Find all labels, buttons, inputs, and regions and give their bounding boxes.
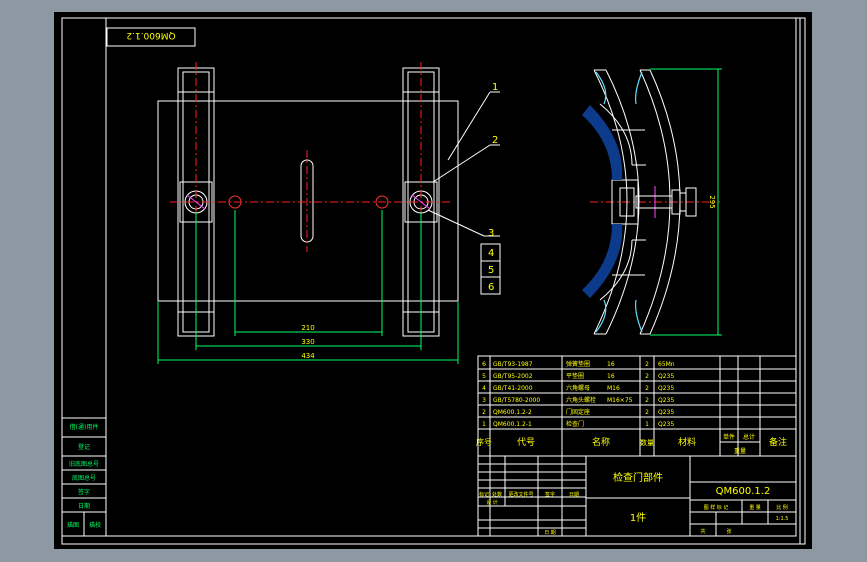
bom-header-qty: 数量 xyxy=(640,438,654,447)
sheet-label: 张 xyxy=(726,528,731,535)
bom-header-remark: 备注 xyxy=(769,436,787,448)
bom-header-total: 总计 xyxy=(743,433,755,441)
bom-cell-material: Q235 xyxy=(658,373,674,380)
bom-cell-qty: 1 xyxy=(645,421,649,428)
bom-cell-material: Q235 xyxy=(658,421,674,428)
bom-cell-no: 2 xyxy=(482,409,486,416)
bom-cell-code: QM600.1.2-2 xyxy=(493,409,532,416)
bom-cell-code: GB/T93-1987 xyxy=(493,361,533,368)
bom-cell-qty: 2 xyxy=(645,361,649,368)
bom-header-material: 材料 xyxy=(678,436,696,448)
dim-vertical-label: 295 xyxy=(708,195,716,208)
leader-1: 1 xyxy=(492,82,498,93)
bom-cell-material: Q235 xyxy=(658,409,674,416)
bom-cell-qty: 2 xyxy=(645,373,649,380)
bom-cell-name: 检查门 xyxy=(566,420,584,428)
sign-change-no: 更改文件号 xyxy=(508,491,533,498)
bom-cell-qty: 2 xyxy=(645,409,649,416)
bom-cell-qty: 2 xyxy=(645,385,649,392)
bom-cell-spec: 16 xyxy=(607,373,615,380)
bom-cell-code: QM600.1.2-1 xyxy=(493,421,532,428)
leader-4: 4 xyxy=(488,248,494,259)
leader-5: 5 xyxy=(488,265,494,276)
sign-signature: 签字 xyxy=(545,491,555,498)
dim-434-label: 434 xyxy=(301,352,315,360)
side-cell-3: 底图总号 xyxy=(72,474,96,482)
drawing-svg: QM600.1.2 210 330 434 295 1 2 3 4 5 6 借(… xyxy=(54,12,812,549)
sheet-total-label: 共 xyxy=(700,528,705,535)
sign-mark: 标记 xyxy=(479,491,489,498)
drawing-sheet xyxy=(54,12,812,549)
bom-cell-name: 六角头螺栓 xyxy=(566,396,596,404)
bom-cell-name: 六角螺母 xyxy=(566,384,590,392)
bom-cell-no: 4 xyxy=(482,385,486,392)
bom-cell-material: Q235 xyxy=(658,385,674,392)
bom-cell-material: 65Mn xyxy=(658,361,675,368)
scale-value: 1:1.5 xyxy=(776,516,789,522)
drawing-number: QM600.1.2 xyxy=(716,486,771,497)
bom-cell-qty: 2 xyxy=(645,397,649,404)
side-cell-6: 描图 xyxy=(67,521,79,529)
bom-cell-name: 弹簧垫圈 xyxy=(566,360,590,368)
side-cell-4: 签字 xyxy=(78,488,90,496)
bom-cell-no: 6 xyxy=(482,361,486,368)
side-cell-1: 登记 xyxy=(78,443,90,451)
bom-cell-material: Q235 xyxy=(658,397,674,404)
weight-label: 重 量 xyxy=(749,504,761,511)
bom-cell-name: 平垫圈 xyxy=(566,372,584,380)
stage-label: 图 样 标 记 xyxy=(704,504,729,511)
bom-cell-no: 3 xyxy=(482,397,486,404)
code-box-text: QM600.1.2 xyxy=(126,30,175,40)
bom-header-weight: 重量 xyxy=(734,447,746,455)
bom-header-no: 序号 xyxy=(476,437,492,447)
bom-cell-spec: M16 xyxy=(607,385,620,392)
dim-210-label: 210 xyxy=(301,324,314,332)
bom-cell-no: 1 xyxy=(482,421,486,428)
bom-header-name: 名称 xyxy=(592,436,610,448)
side-cell-7: 描校 xyxy=(89,521,101,529)
bom-header-code: 代号 xyxy=(517,437,535,448)
bom-header-unit: 单件 xyxy=(723,433,735,441)
sign-count: 处数 xyxy=(492,491,502,498)
bom-cell-code: GB/T5780-2000 xyxy=(493,397,540,404)
bom-cell-code: GB/T41-2000 xyxy=(493,385,533,392)
sign-date: 日期 xyxy=(569,492,579,498)
leader-3: 3 xyxy=(488,228,494,239)
side-cell-0: 借(通)用件 xyxy=(70,423,99,431)
bom-cell-name: 门固定座 xyxy=(566,408,590,416)
side-cell-5: 日期 xyxy=(78,502,90,510)
leader-6: 6 xyxy=(488,282,494,293)
bom-cell-spec: 16 xyxy=(607,361,615,368)
cad-canvas: QM600.1.2 210 330 434 295 1 2 3 4 5 6 借(… xyxy=(0,0,867,562)
quantity-label: 1件 xyxy=(630,512,646,524)
bom-cell-no: 5 xyxy=(482,373,486,380)
dim-330-label: 330 xyxy=(301,338,314,346)
part-name: 检查门部件 xyxy=(613,471,663,484)
design-label: 设 计 xyxy=(486,499,498,506)
bom-cell-spec: M16×75 xyxy=(607,397,633,404)
side-cell-2: 旧底图总号 xyxy=(69,460,99,468)
scale-label: 比 例 xyxy=(776,504,788,511)
date-label: 日 期 xyxy=(544,530,556,536)
leader-2: 2 xyxy=(492,135,498,146)
bom-cell-code: GB/T95-2002 xyxy=(493,373,533,380)
